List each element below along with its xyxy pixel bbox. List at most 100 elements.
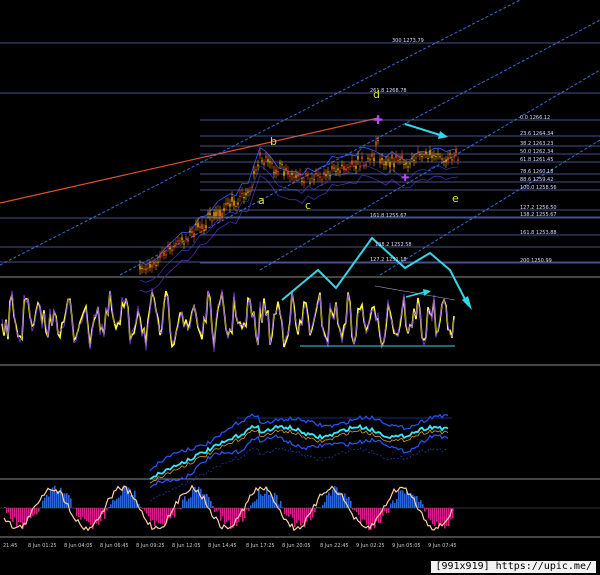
x-tick-label-2: 8 Jun 01:25 bbox=[28, 543, 57, 549]
candle-body-122 bbox=[381, 157, 383, 161]
fib-label-2: 23.6 1264.34 bbox=[520, 131, 553, 137]
candle-body-46 bbox=[229, 203, 231, 207]
histogram-bar-39 bbox=[80, 508, 82, 520]
histogram-bar-145 bbox=[292, 508, 294, 518]
candle-body-52 bbox=[241, 192, 243, 194]
histogram-bar-41 bbox=[84, 508, 86, 520]
histogram-bar-22 bbox=[46, 494, 48, 508]
histogram-bar-3 bbox=[8, 508, 10, 513]
histogram-bar-143 bbox=[288, 508, 290, 517]
candle-body-69 bbox=[275, 169, 277, 174]
histogram-bar-76 bbox=[154, 508, 156, 527]
histogram-bar-160 bbox=[322, 504, 324, 508]
candle-body-5 bbox=[147, 267, 149, 269]
candle-body-109 bbox=[355, 165, 357, 169]
histogram-bar-18 bbox=[38, 508, 40, 512]
candle-body-78 bbox=[293, 176, 295, 178]
histogram-bar-191 bbox=[384, 508, 386, 512]
candle-body-67 bbox=[271, 162, 273, 164]
candle-body-6 bbox=[149, 263, 151, 268]
histogram-bar-216 bbox=[434, 508, 436, 527]
histogram-bar-179 bbox=[360, 508, 362, 524]
candle-body-59 bbox=[255, 169, 257, 171]
candle-body-29 bbox=[195, 223, 197, 226]
candle-body-124 bbox=[385, 161, 387, 166]
candle-body-134 bbox=[405, 162, 407, 165]
candle-body-66 bbox=[269, 161, 271, 163]
candle-body-114 bbox=[365, 164, 367, 166]
candle-body-31 bbox=[199, 226, 201, 229]
x-tick-label-9: 8 Jun 20:05 bbox=[282, 543, 311, 549]
candle-body-141 bbox=[419, 154, 421, 156]
fib-label-10: 138.2 1255.67 bbox=[520, 212, 557, 218]
histogram-bar-139 bbox=[280, 500, 282, 508]
price-candles bbox=[139, 136, 459, 275]
histogram-bar-153 bbox=[308, 508, 310, 518]
ma-line-3 bbox=[139, 174, 459, 293]
candle-body-61 bbox=[259, 152, 261, 156]
histogram-bar-57 bbox=[116, 498, 118, 508]
candle-body-60 bbox=[257, 164, 259, 167]
fib-label-12: 200 1250.99 bbox=[520, 258, 552, 264]
candle-body-10 bbox=[157, 261, 159, 263]
histogram-bar-95 bbox=[192, 489, 194, 508]
histogram-bar-124 bbox=[250, 505, 252, 508]
histogram-bar-71 bbox=[144, 508, 146, 511]
candle-body-118 bbox=[373, 157, 375, 161]
candle-body-90 bbox=[317, 174, 319, 176]
candle-body-74 bbox=[285, 167, 287, 171]
fib-label-17: 127.2 1251.18 bbox=[370, 257, 407, 263]
histogram-bar-20 bbox=[42, 500, 44, 508]
histogram-bar-91 bbox=[184, 496, 186, 508]
candle-body-37 bbox=[211, 220, 213, 222]
histogram-bar-222 bbox=[446, 508, 448, 526]
histogram-bar-37 bbox=[76, 508, 78, 516]
candle-body-86 bbox=[309, 182, 311, 184]
histogram-bar-208 bbox=[418, 501, 420, 508]
histogram-bar-9 bbox=[20, 508, 22, 523]
histogram-bar-199 bbox=[400, 490, 402, 508]
candle-body-15 bbox=[167, 245, 169, 247]
histogram-bar-164 bbox=[330, 495, 332, 508]
histogram-bar-217 bbox=[436, 508, 438, 522]
histogram-bar-17 bbox=[36, 508, 38, 515]
histogram-bar-104 bbox=[210, 500, 212, 508]
histogram-bar-163 bbox=[328, 492, 330, 508]
candle-body-1 bbox=[139, 265, 141, 270]
histogram-bar-123 bbox=[248, 508, 250, 511]
candle-body-41 bbox=[219, 210, 221, 216]
candle-body-24 bbox=[185, 237, 187, 239]
candle-body-153 bbox=[443, 161, 445, 163]
candle-body-88 bbox=[313, 179, 315, 181]
histogram-bar-111 bbox=[224, 508, 226, 524]
histogram-bar-194 bbox=[390, 503, 392, 508]
histogram-bar-211 bbox=[424, 508, 426, 512]
wave-label-c: c bbox=[305, 199, 311, 212]
histogram-bar-26 bbox=[54, 485, 56, 508]
histogram-bar-86 bbox=[174, 508, 176, 518]
histogram-bar-61 bbox=[124, 486, 126, 508]
candle-body-96 bbox=[329, 175, 331, 177]
histogram-bar-93 bbox=[188, 498, 190, 508]
candle-body-127 bbox=[391, 154, 393, 159]
candle-body-9 bbox=[155, 265, 157, 267]
candle-body-38 bbox=[213, 212, 215, 217]
candle-body-62 bbox=[261, 160, 263, 162]
histogram-bar-189 bbox=[380, 508, 382, 524]
histogram-bar-203 bbox=[408, 493, 410, 508]
candle-body-151 bbox=[439, 156, 441, 158]
candle-body-54 bbox=[245, 192, 247, 196]
candle-body-17 bbox=[171, 249, 173, 252]
candle-body-156 bbox=[449, 153, 451, 155]
candle-body-93 bbox=[323, 172, 325, 175]
histogram-bar-180 bbox=[362, 508, 364, 520]
osc-trendline bbox=[374, 285, 456, 301]
histogram-bar-200 bbox=[402, 490, 404, 508]
histogram-bar-7 bbox=[16, 508, 18, 527]
fib-label-9: 127.2 1256.50 bbox=[520, 205, 557, 211]
histogram-bar-55 bbox=[112, 499, 114, 508]
candle-body-32 bbox=[201, 224, 203, 229]
candle-body-57 bbox=[251, 186, 253, 188]
histogram-bar-64 bbox=[130, 495, 132, 508]
histogram-bar-129 bbox=[260, 494, 262, 508]
